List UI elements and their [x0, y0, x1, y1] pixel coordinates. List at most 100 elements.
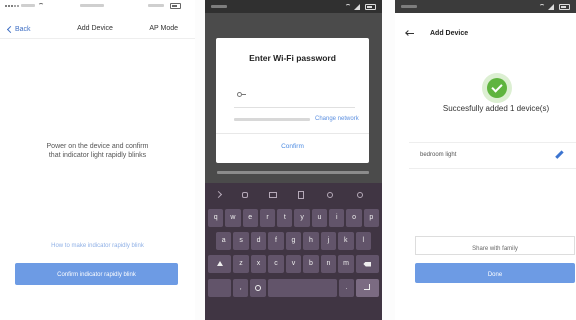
key-h[interactable]: h — [303, 232, 319, 250]
instruction-text: Power on the device and confirm that ind… — [0, 142, 195, 160]
password-underline — [234, 107, 355, 108]
key-d[interactable]: d — [250, 232, 267, 250]
key-p[interactable]: p — [363, 209, 379, 227]
password-input[interactable] — [234, 84, 355, 106]
success-screen: Add Device Succesfully added 1 device(s)… — [395, 0, 576, 320]
back-button[interactable]: Back — [6, 23, 31, 35]
back-arrow-icon — [406, 33, 414, 35]
wifi-note-blurred — [217, 171, 369, 174]
confirm-button[interactable]: Confirm — [216, 137, 369, 157]
battery-percent-blurred — [148, 4, 164, 7]
confirm-blink-button[interactable]: Confirm indicator rapidly blink — [15, 263, 178, 285]
device-row: bedroom light — [409, 143, 576, 168]
shift-key[interactable] — [208, 255, 232, 273]
ap-mode-screen: Back Add Device AP Mode Power on the dev… — [0, 0, 195, 320]
status-time-blurred — [80, 4, 104, 7]
enter-icon — [364, 284, 371, 290]
change-network-link[interactable]: Change network — [315, 116, 359, 122]
palette-icon[interactable] — [357, 192, 363, 198]
status-bar — [395, 0, 576, 13]
instruction-line-2: that indicator light rapidly blinks — [48, 152, 147, 159]
keyboard-row-4: , . — [208, 279, 379, 297]
back-button[interactable] — [403, 28, 417, 40]
key-g[interactable]: g — [285, 232, 302, 250]
key-a[interactable]: a — [216, 232, 232, 250]
battery-icon — [170, 3, 181, 9]
dialog-divider — [216, 133, 369, 134]
key-m[interactable]: m — [338, 255, 354, 273]
key-e[interactable]: e — [242, 209, 258, 227]
emoji-key[interactable] — [250, 279, 266, 297]
signal-icon — [354, 4, 360, 10]
check-icon — [491, 81, 503, 93]
wifi-password-screen: Enter Wi-Fi password Change network Conf… — [205, 0, 382, 320]
page-title: Add Device — [430, 30, 469, 37]
done-button[interactable]: Done — [415, 263, 575, 283]
chevron-right-icon[interactable] — [214, 190, 223, 199]
chevron-left-icon — [6, 25, 15, 33]
page-title: Add Device — [77, 25, 113, 32]
help-link[interactable]: How to make indicator rapidly blink — [0, 243, 195, 249]
key-comma[interactable]: , — [233, 279, 249, 297]
share-label: Share with family — [472, 246, 518, 252]
key-j[interactable]: j — [320, 232, 337, 250]
pencil-icon — [555, 150, 564, 159]
wifi-icon — [38, 3, 44, 9]
keyboard-row-3: zxcvbnm — [208, 255, 379, 273]
status-bar — [0, 0, 195, 12]
key-r[interactable]: r — [259, 209, 276, 227]
ap-mode-button[interactable]: AP Mode — [149, 25, 178, 32]
battery-icon — [559, 4, 570, 10]
key-u[interactable]: u — [311, 209, 328, 227]
key-n[interactable]: n — [320, 255, 337, 273]
back-label: Back — [15, 25, 31, 33]
row-divider-bottom — [409, 168, 576, 169]
key-t[interactable]: t — [277, 209, 293, 227]
signal-icon — [548, 4, 554, 10]
emoji-icon — [254, 285, 261, 291]
key-i[interactable]: i — [329, 209, 345, 227]
key-period[interactable]: . — [338, 279, 354, 297]
keyboard-row-2: asdfghjkl — [216, 232, 371, 250]
key-s[interactable]: s — [233, 232, 249, 250]
space-key[interactable] — [267, 279, 337, 297]
done-label: Done — [487, 272, 503, 278]
confirm-blink-label: Confirm indicator rapidly blink — [57, 272, 136, 278]
clipboard-icon[interactable] — [298, 191, 304, 199]
sticker-icon[interactable] — [242, 192, 248, 198]
instruction-line-1: Power on the device and confirm — [46, 143, 149, 150]
battery-icon — [365, 4, 376, 10]
current-wifi-text-blurred — [234, 118, 310, 121]
key-w[interactable]: w — [225, 209, 241, 227]
status-time-blurred — [211, 5, 227, 8]
key-k[interactable]: k — [338, 232, 354, 250]
backspace-key[interactable] — [355, 255, 379, 273]
header-divider — [0, 38, 195, 39]
edit-device-button[interactable] — [553, 148, 565, 162]
check-circle-icon — [482, 73, 512, 103]
key-f[interactable]: f — [268, 232, 284, 250]
success-message: Succesfully added 1 device(s) — [442, 104, 550, 113]
signal-icon — [5, 5, 7, 7]
symbols-key[interactable] — [208, 279, 231, 297]
wifi-icon — [345, 4, 351, 10]
key-z[interactable]: z — [233, 255, 249, 273]
enter-key[interactable] — [355, 279, 379, 297]
status-time-blurred — [401, 5, 417, 8]
key-b[interactable]: b — [303, 255, 319, 273]
key-o[interactable]: o — [346, 209, 362, 227]
gif-icon[interactable] — [269, 192, 277, 198]
dialog-title: Enter Wi-Fi password — [249, 53, 336, 63]
share-with-family-button[interactable]: Share with family — [415, 236, 575, 255]
key-q[interactable]: q — [208, 209, 224, 227]
key-y[interactable]: y — [294, 209, 310, 227]
shift-icon — [216, 261, 223, 266]
key-l[interactable]: l — [355, 232, 371, 250]
device-name: bedroom light — [420, 152, 457, 158]
key-c[interactable]: c — [268, 255, 284, 273]
settings-icon[interactable] — [327, 192, 333, 198]
check-circle-fill — [487, 78, 507, 98]
key-v[interactable]: v — [285, 255, 302, 273]
key-x[interactable]: x — [250, 255, 267, 273]
backspace-icon — [363, 261, 372, 267]
